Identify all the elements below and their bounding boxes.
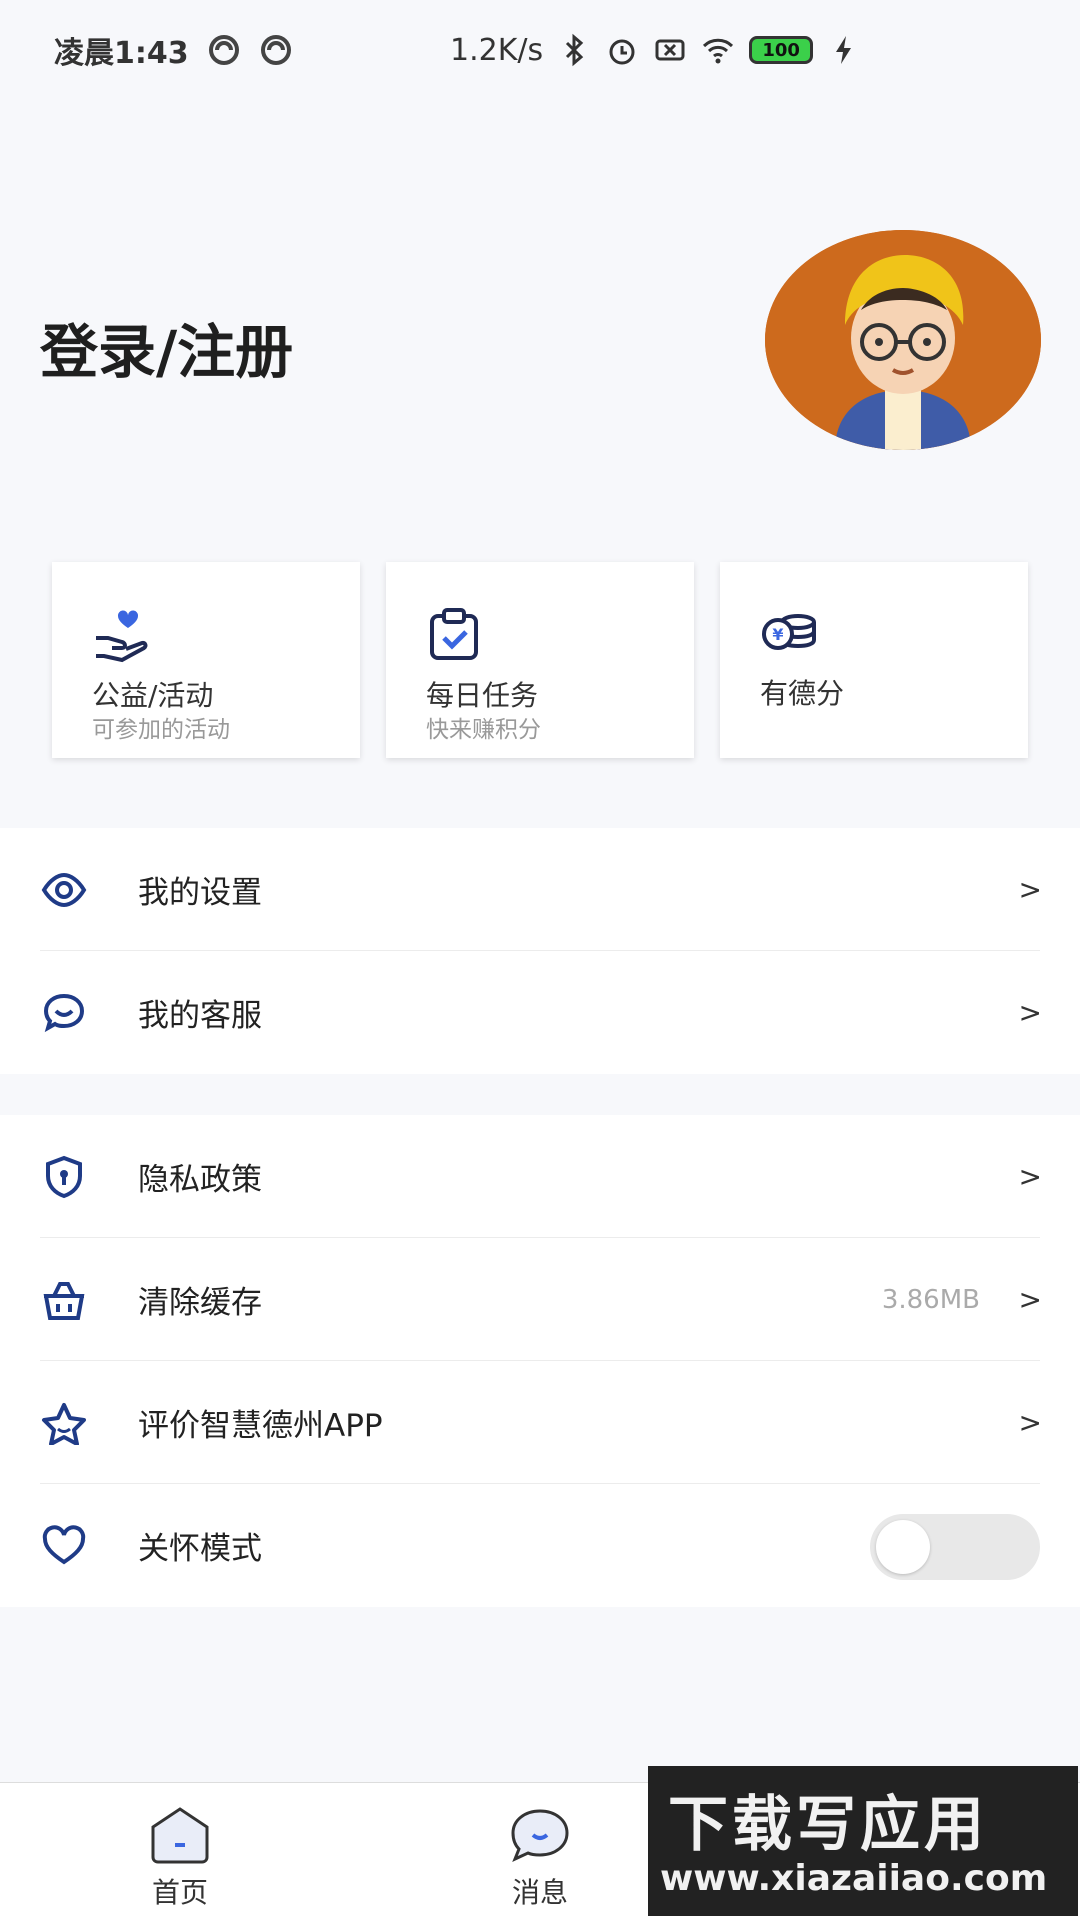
card-title: 公益/活动 — [92, 679, 214, 712]
battery-indicator: 100 — [749, 36, 814, 64]
cache-size: 3.86MB — [881, 1284, 980, 1315]
bluetooth-icon — [566, 33, 584, 67]
heart-icon — [42, 1525, 86, 1565]
chevron-right-icon: > — [1018, 1160, 1042, 1193]
chevron-right-icon: > — [1018, 1406, 1042, 1439]
tab-label: 消息 — [511, 1876, 568, 1909]
avatar[interactable] — [765, 230, 1041, 450]
row-label: 我的客服 — [138, 998, 262, 1034]
coins-icon: ¥ — [762, 614, 816, 650]
row-label: 隐私政策 — [138, 1162, 262, 1198]
basket-icon — [43, 1282, 85, 1320]
charging-icon — [836, 36, 852, 64]
alarm-icon — [609, 39, 635, 65]
row-label: 关怀模式 — [138, 1531, 262, 1567]
row-care-mode: 关怀模式 — [0, 1484, 1080, 1607]
tab-label: 首页 — [151, 1876, 208, 1909]
row-privacy-policy[interactable]: 隐私政策 > — [0, 1115, 1080, 1238]
home-icon — [151, 1807, 209, 1864]
row-label: 清除缓存 — [138, 1285, 262, 1321]
clipboard-check-icon — [430, 608, 478, 660]
status-bar: 凌晨1:43 1.2K/s 100 — [0, 0, 1080, 100]
card-subtitle: 快来赚积分 — [426, 717, 541, 743]
net-speed: 1.2K/s — [450, 32, 544, 68]
watermark-url: www.xiazaiiao.com — [660, 1858, 1048, 1899]
settings-group-1: 我的设置 > 我的客服 > — [0, 828, 1080, 1074]
care-mode-toggle[interactable] — [870, 1514, 1040, 1580]
row-label: 评价智慧德州APP — [138, 1408, 383, 1444]
row-clear-cache[interactable]: 清除缓存 3.86MB > — [0, 1238, 1080, 1361]
chevron-right-icon: > — [1018, 996, 1042, 1029]
card-subtitle: 可参加的活动 — [92, 717, 230, 743]
row-my-settings[interactable]: 我的设置 > — [0, 828, 1080, 951]
card-points[interactable]: ¥ 有德分 — [720, 562, 1028, 758]
heart-hand-icon — [96, 610, 148, 663]
watermark-logo: 下载写应用 www.xiazaiiao.com — [648, 1766, 1078, 1916]
chevron-right-icon: > — [1018, 1283, 1042, 1316]
sync-icon — [260, 35, 291, 65]
sync-icon — [208, 35, 239, 65]
chat-smile-icon — [43, 993, 85, 1033]
toggle-knob — [876, 1520, 930, 1574]
avatar-illustration — [765, 230, 1041, 450]
row-rate-app[interactable]: 评价智慧德州APP > — [0, 1361, 1080, 1484]
tab-messages[interactable]: 消息 — [480, 1805, 600, 1911]
no-sim-icon — [655, 39, 685, 61]
settings-group-2: 隐私政策 > 清除缓存 3.86MB > 评价智慧德州APP > 关怀模式 — [0, 1115, 1080, 1607]
shield-icon — [46, 1155, 82, 1199]
eye-icon — [41, 872, 87, 908]
tab-home[interactable]: 首页 — [120, 1805, 240, 1911]
row-customer-service[interactable]: 我的客服 > — [0, 951, 1080, 1074]
card-charity[interactable]: 公益/活动 可参加的活动 — [52, 562, 360, 758]
card-title: 有德分 — [760, 677, 845, 710]
status-time: 凌晨1:43 — [54, 36, 189, 71]
login-register-link[interactable]: 登录/注册 — [40, 305, 293, 389]
card-daily-tasks[interactable]: 每日任务 快来赚积分 — [386, 562, 694, 758]
svg-text:¥: ¥ — [772, 625, 783, 644]
quick-cards: 公益/活动 可参加的活动 每日任务 快来赚积分 ¥ 有德分 — [52, 562, 1028, 758]
card-title: 每日任务 — [426, 679, 539, 712]
watermark-title: 下载写应用 — [668, 1790, 988, 1860]
message-icon — [511, 1809, 569, 1862]
chevron-right-icon: > — [1018, 873, 1042, 906]
row-label: 我的设置 — [138, 875, 262, 911]
wifi-icon — [703, 38, 734, 64]
star-icon — [42, 1403, 86, 1445]
